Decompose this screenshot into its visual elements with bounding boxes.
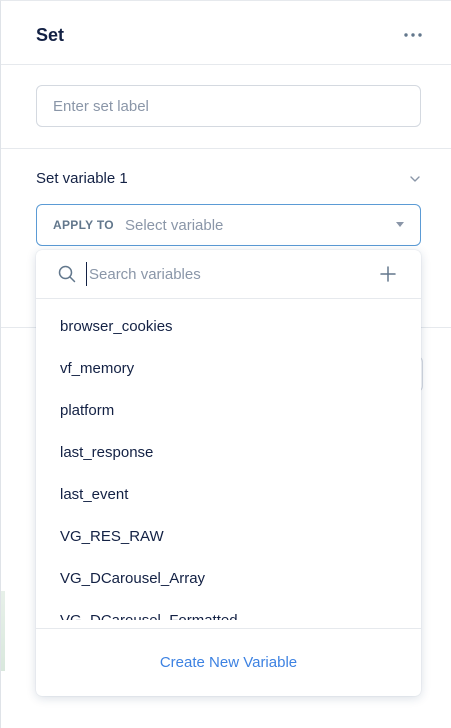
list-item[interactable]: VG_DCarousel_Array <box>36 557 421 599</box>
list-item[interactable]: platform <box>36 389 421 431</box>
variable-select[interactable]: APPLY TO Select variable <box>36 204 421 246</box>
list-item[interactable]: vf_memory <box>36 347 421 389</box>
set-variable-title: Set variable 1 <box>36 170 128 187</box>
chevron-down-icon[interactable] <box>408 172 422 186</box>
more-options-button[interactable] <box>399 25 427 45</box>
list-item[interactable]: VG_RES_RAW <box>36 515 421 557</box>
panel-title: Set <box>36 25 65 45</box>
plus-icon[interactable] <box>379 265 397 283</box>
dropdown-search-row <box>36 250 421 299</box>
select-variable-placeholder: Select variable <box>125 217 224 234</box>
variable-dropdown: browser_cookies vf_memory platform last_… <box>36 250 421 696</box>
canvas-edge <box>1 591 5 671</box>
caret-down-icon <box>396 222 404 227</box>
search-variables-input[interactable] <box>86 262 366 286</box>
variable-list: browser_cookies vf_memory platform last_… <box>36 305 421 621</box>
list-item[interactable]: last_response <box>36 431 421 473</box>
panel-header: Set <box>1 1 451 65</box>
dropdown-footer: Create New Variable <box>36 628 421 696</box>
set-label-section <box>1 65 451 149</box>
set-step-panel: Set Set variable 1 APPLY TO Select varia… <box>0 0 451 728</box>
search-icon <box>58 265 76 283</box>
list-item[interactable]: browser_cookies <box>36 305 421 347</box>
more-horizontal-icon <box>404 33 422 37</box>
set-label-input[interactable] <box>36 85 421 127</box>
create-new-variable-link[interactable]: Create New Variable <box>160 654 297 671</box>
list-item[interactable]: VG_DCarousel_Formatted <box>36 599 421 621</box>
apply-to-label: APPLY TO <box>53 218 114 232</box>
list-item[interactable]: last_event <box>36 473 421 515</box>
